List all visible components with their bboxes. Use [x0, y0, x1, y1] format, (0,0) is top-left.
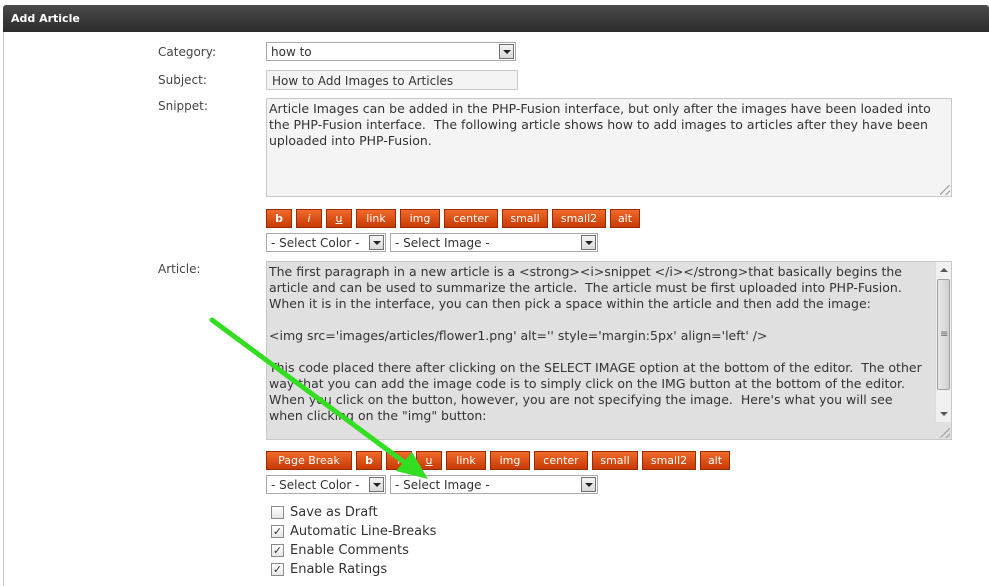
- snippet-textarea[interactable]: Article Images can be added in the PHP-F…: [266, 98, 952, 197]
- category-value: how to: [271, 45, 312, 59]
- article-select-image-value: - Select Image -: [395, 478, 490, 492]
- article-select-image[interactable]: - Select Image -: [390, 475, 598, 494]
- chevron-down-icon[interactable]: [369, 477, 384, 492]
- resize-grip-icon[interactable]: [940, 428, 950, 438]
- panel-title: Add Article: [11, 12, 80, 25]
- snippet-text: Article Images can be added in the PHP-F…: [269, 101, 931, 148]
- snippet-u-button[interactable]: u: [326, 209, 352, 228]
- snippet-link-button[interactable]: link: [356, 209, 396, 228]
- snippet-select-color[interactable]: - Select Color -: [266, 233, 386, 252]
- article-small-button[interactable]: small: [592, 451, 638, 470]
- article-text: The first paragraph in a new article is …: [269, 264, 922, 423]
- option-label: Enable Ratings: [290, 562, 388, 577]
- article-u-button[interactable]: u: [416, 451, 442, 470]
- subject-value: How to Add Images to Articles: [272, 74, 454, 88]
- snippet-center-button[interactable]: center: [444, 209, 498, 228]
- checkbox[interactable]: ✓: [271, 544, 284, 557]
- option-enable-ratings[interactable]: ✓ Enable Ratings: [271, 562, 511, 578]
- category-label: Category:: [158, 45, 216, 59]
- option-label: Save as Draft: [290, 505, 378, 520]
- article-label: Article:: [158, 262, 201, 276]
- chevron-down-icon[interactable]: [369, 235, 384, 250]
- chevron-down-icon[interactable]: [499, 44, 514, 59]
- article-page-break-button[interactable]: Page Break: [266, 451, 352, 470]
- article-i-button[interactable]: i: [386, 451, 412, 470]
- checkbox[interactable]: ✓: [271, 525, 284, 538]
- article-select-color[interactable]: - Select Color -: [266, 475, 386, 494]
- snippet-i-button[interactable]: i: [296, 209, 322, 228]
- subject-label: Subject:: [158, 73, 207, 87]
- article-center-button[interactable]: center: [534, 451, 588, 470]
- article-alt-button[interactable]: alt: [700, 451, 730, 470]
- article-textarea[interactable]: The first paragraph in a new article is …: [266, 261, 952, 440]
- option-label: Enable Comments: [290, 543, 409, 558]
- snippet-small2-button[interactable]: small2: [552, 209, 606, 228]
- article-select-color-value: - Select Color -: [271, 478, 360, 492]
- subject-input[interactable]: How to Add Images to Articles: [266, 70, 518, 90]
- snippet-select-color-value: - Select Color -: [271, 236, 360, 250]
- scroll-thumb[interactable]: [937, 279, 950, 390]
- category-select[interactable]: how to: [266, 42, 516, 61]
- snippet-select-image[interactable]: - Select Image -: [390, 233, 598, 252]
- snippet-b-button[interactable]: b: [266, 209, 292, 228]
- option-save-as-draft[interactable]: Save as Draft: [271, 505, 511, 521]
- article-link-button[interactable]: link: [446, 451, 486, 470]
- option-enable-comments[interactable]: ✓ Enable Comments: [271, 543, 511, 559]
- checkbox[interactable]: [271, 506, 284, 519]
- article-img-button[interactable]: img: [490, 451, 530, 470]
- chevron-down-icon[interactable]: [581, 477, 596, 492]
- article-scrollbar[interactable]: [935, 262, 951, 422]
- snippet-alt-button[interactable]: alt: [610, 209, 640, 228]
- snippet-small-button[interactable]: small: [502, 209, 548, 228]
- option-automatic-line-breaks[interactable]: ✓ Automatic Line-Breaks: [271, 524, 511, 540]
- chevron-down-icon[interactable]: [581, 235, 596, 250]
- article-small2-button[interactable]: small2: [642, 451, 696, 470]
- snippet-img-button[interactable]: img: [400, 209, 440, 228]
- scroll-down-icon[interactable]: [936, 406, 951, 422]
- scroll-up-icon[interactable]: [936, 262, 951, 278]
- snippet-label: Snippet:: [158, 99, 208, 113]
- resize-grip-icon[interactable]: [940, 185, 950, 195]
- panel-header: Add Article: [3, 5, 989, 32]
- checkbox[interactable]: ✓: [271, 563, 284, 576]
- article-b-button[interactable]: b: [356, 451, 382, 470]
- snippet-select-image-value: - Select Image -: [395, 236, 490, 250]
- option-label: Automatic Line-Breaks: [290, 524, 437, 539]
